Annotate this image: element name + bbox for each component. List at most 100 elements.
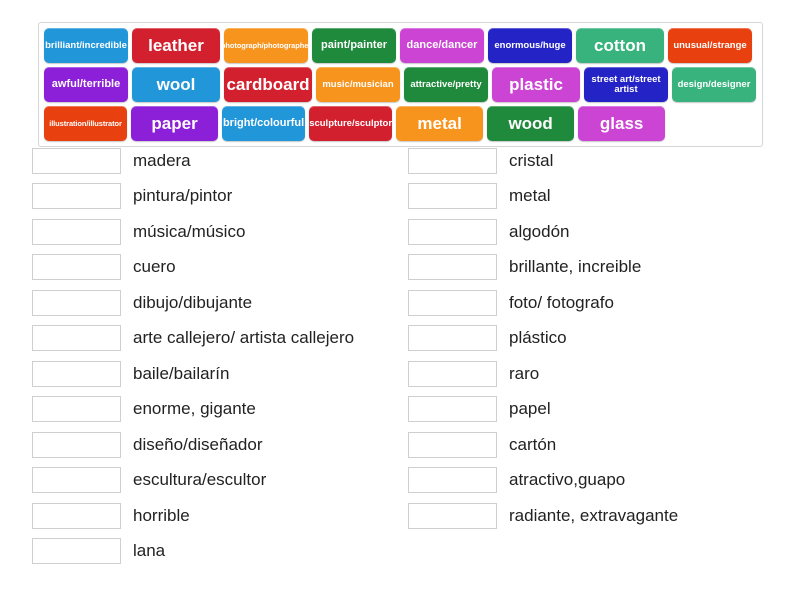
answer-label: cuero — [133, 257, 176, 277]
draggable-tile[interactable]: illustration/illustrator — [44, 106, 128, 141]
answer-row: atractivo,guapo — [408, 463, 800, 499]
draggable-tile[interactable]: street art/street artist — [584, 67, 668, 102]
draggable-tile[interactable]: sculpture/sculptor — [309, 106, 393, 141]
draggable-tile[interactable]: photograph/photographer — [224, 28, 308, 63]
answer-label: madera — [133, 150, 191, 170]
answer-row: dibujo/dibujante — [32, 285, 400, 321]
drop-slot[interactable] — [408, 289, 497, 316]
answer-row: cuero — [32, 250, 400, 286]
answer-label: pintura/pintor — [133, 186, 233, 206]
drop-slot[interactable] — [32, 289, 121, 316]
answer-row: música/músico — [32, 214, 400, 250]
drop-slot[interactable] — [32, 360, 121, 387]
answer-row: pintura/pintor — [32, 179, 400, 215]
answer-label: baile/bailarín — [133, 363, 230, 383]
answer-label: arte callejero/ artista callejero — [133, 328, 355, 348]
answer-row: radiante, extravagante — [408, 498, 800, 534]
answer-column-right: cristal metal algodón brillante, increible f… — [400, 143, 800, 569]
draggable-tile[interactable]: design/designer — [672, 67, 756, 102]
drop-slot[interactable] — [408, 467, 497, 494]
draggable-tile[interactable]: dance/dancer — [400, 28, 484, 63]
answer-label: música/músico — [133, 221, 246, 241]
drop-slot[interactable] — [32, 218, 121, 245]
drop-slot[interactable] — [408, 396, 497, 423]
tile-row: brilliant/incredible leather photograph/ph… — [44, 28, 758, 63]
drop-slot[interactable] — [32, 467, 121, 494]
answer-row: lana — [32, 534, 400, 570]
drop-slot[interactable] — [408, 502, 497, 529]
answer-row: foto/ fotografo — [408, 285, 800, 321]
draggable-tile[interactable]: enormous/huge — [488, 28, 572, 63]
answer-label: cristal — [509, 150, 554, 170]
drop-slot[interactable] — [32, 431, 121, 458]
answer-row: cartón — [408, 427, 800, 463]
answer-label: radiante, extravagante — [509, 505, 679, 525]
draggable-tile[interactable]: wood — [487, 106, 575, 141]
drop-slot[interactable] — [408, 431, 497, 458]
answer-label: diseño/diseñador — [133, 434, 263, 454]
drop-slot[interactable] — [408, 254, 497, 281]
drop-slot[interactable] — [32, 396, 121, 423]
draggable-tile[interactable]: glass — [578, 106, 666, 141]
drop-slot[interactable] — [408, 218, 497, 245]
tile-row: awful/terrible wool cardboard music/musicia… — [44, 67, 758, 102]
draggable-tile[interactable]: brilliant/incredible — [44, 28, 128, 63]
drop-slot[interactable] — [32, 502, 121, 529]
answer-row: baile/bailarín — [32, 356, 400, 392]
drop-slot[interactable] — [32, 183, 121, 210]
draggable-tile[interactable]: attractive/pretty — [404, 67, 488, 102]
draggable-tile[interactable]: bright/colourful — [222, 106, 306, 141]
drop-slot[interactable] — [408, 147, 497, 174]
answer-row: diseño/diseñador — [32, 427, 400, 463]
answer-label: cartón — [509, 434, 557, 454]
draggable-tile[interactable]: wool — [132, 67, 220, 102]
answer-row: cristal — [408, 143, 800, 179]
drop-slot[interactable] — [32, 254, 121, 281]
draggable-tile[interactable]: unusual/strange — [668, 28, 752, 63]
answer-row: enorme, gigante — [32, 392, 400, 428]
drop-slot[interactable] — [32, 147, 121, 174]
draggable-tile[interactable]: leather — [132, 28, 220, 63]
answer-label: papel — [509, 399, 551, 419]
answer-row: metal — [408, 179, 800, 215]
answer-label: atractivo,guapo — [509, 470, 626, 490]
answer-row: algodón — [408, 214, 800, 250]
answer-area: madera pintura/pintor música/músico cuero di… — [0, 143, 800, 569]
answer-row: arte callejero/ artista callejero — [32, 321, 400, 357]
drop-slot[interactable] — [32, 325, 121, 352]
answer-column-left: madera pintura/pintor música/músico cuero di… — [0, 143, 400, 569]
draggable-tile[interactable]: plastic — [492, 67, 580, 102]
answer-label: algodón — [509, 221, 570, 241]
answer-label: lana — [133, 541, 166, 561]
draggable-tile[interactable]: music/musician — [316, 67, 400, 102]
answer-label: plástico — [509, 328, 567, 348]
answer-label: enorme, gigante — [133, 399, 256, 419]
answer-label: brillante, increible — [509, 257, 642, 277]
answer-row: papel — [408, 392, 800, 428]
answer-label: escultura/escultor — [133, 470, 267, 490]
drop-slot[interactable] — [408, 183, 497, 210]
answer-row: plástico — [408, 321, 800, 357]
drop-slot[interactable] — [32, 538, 121, 565]
tile-row: illustration/illustrator paper bright/colo… — [44, 106, 758, 141]
draggable-tile[interactable]: awful/terrible — [44, 67, 128, 102]
answer-label: horrible — [133, 505, 190, 525]
draggable-tile[interactable]: paper — [131, 106, 219, 141]
answer-row: raro — [408, 356, 800, 392]
tile-placeholder — [669, 106, 758, 141]
draggable-tile[interactable]: metal — [396, 106, 484, 141]
answer-row: brillante, increible — [408, 250, 800, 286]
draggable-tile[interactable]: paint/painter — [312, 28, 396, 63]
answer-label: dibujo/dibujante — [133, 292, 253, 312]
answer-label: raro — [509, 363, 540, 383]
answer-row: escultura/escultor — [32, 463, 400, 499]
tile-bank: brilliant/incredible leather photograph/ph… — [38, 22, 763, 147]
answer-row: horrible — [32, 498, 400, 534]
drop-slot[interactable] — [408, 360, 497, 387]
drop-slot[interactable] — [408, 325, 497, 352]
answer-label: metal — [509, 186, 551, 206]
answer-label: foto/ fotografo — [509, 292, 614, 312]
answer-row: madera — [32, 143, 400, 179]
draggable-tile[interactable]: cotton — [576, 28, 664, 63]
draggable-tile[interactable]: cardboard — [224, 67, 312, 102]
